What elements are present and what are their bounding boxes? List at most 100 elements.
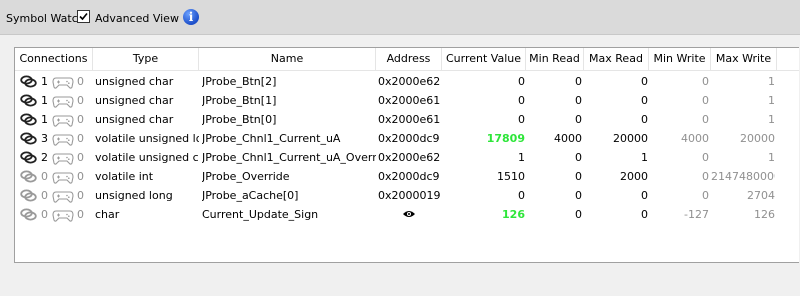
connections-cell: 10: [15, 72, 95, 91]
address-cell: 0x20000198: [378, 189, 440, 202]
current-cell: 0: [518, 189, 525, 202]
panel-title: Symbol Watch: [6, 12, 85, 25]
address-cell: 0x2000e620: [378, 75, 440, 88]
name-cell: JProbe_Chnl1_Current_uA: [202, 132, 341, 145]
address-cell: 0x2000dc94: [378, 170, 440, 183]
type-cell: unsigned long: [95, 189, 173, 202]
gamepad-icon: [52, 209, 74, 228]
connections-cell: 00: [15, 186, 95, 205]
name-cell: JProbe_Btn[2]: [202, 75, 277, 88]
max-write-cell: 20000: [740, 132, 775, 145]
max-read-cell: 20000: [613, 132, 648, 145]
max-write-cell: 1: [768, 151, 775, 164]
table-header: Connections Type Name Address Current Va…: [15, 48, 799, 71]
table-row[interactable]: 0 0 unsigned long JProbe_aCache[0] 0x2000019…: [15, 186, 799, 205]
link-icon: [20, 208, 37, 227]
address-cell: 0x2000dc98: [378, 132, 440, 145]
table-row[interactable]: 1 0 unsigned char JProbe_Btn[2] 0x2000e62 0 0 0…: [15, 72, 799, 91]
connections-cell: 10: [15, 110, 95, 129]
gamepad-count: 0: [77, 113, 84, 126]
max-read-cell: 2000: [620, 170, 648, 183]
gamepad-count: 0: [77, 189, 84, 202]
max-read-cell: 0: [641, 189, 648, 202]
current-cell: 1510: [497, 170, 525, 183]
max-read-cell: 0: [641, 75, 648, 88]
type-cell: unsigned char: [95, 113, 174, 126]
max-write-cell: 126: [754, 208, 775, 221]
type-cell: char: [95, 208, 120, 221]
min-read-cell: 4000: [554, 132, 582, 145]
max-write-cell: 1: [768, 94, 775, 107]
table-row[interactable]: 30volatile unsigned longJProbe_Chnl1_Cur…: [15, 129, 799, 148]
column-header-connections[interactable]: Connections: [15, 48, 93, 70]
current-cell: 0: [518, 94, 525, 107]
current-cell: 1: [518, 151, 525, 164]
checkmark-icon: [79, 12, 88, 21]
connections-cell: 00: [15, 167, 95, 186]
address-cell: 0x2000e625: [378, 151, 440, 164]
connections-cell: 10: [15, 91, 95, 110]
name-cell: JProbe_Btn[1]: [202, 94, 277, 107]
connections-cell: 30: [15, 129, 95, 148]
type-cell: volatile unsigned char: [95, 151, 199, 164]
min-read-cell: 0: [575, 75, 582, 88]
advanced-view-label[interactable]: Advanced View: [95, 12, 179, 25]
type-cell: volatile unsigned long: [95, 132, 199, 145]
table-row[interactable]: 0 0 volatile int JProbe_Override 0x2000dc94 1…: [15, 167, 799, 186]
connection-count: 1: [41, 113, 48, 126]
column-header-min-read[interactable]: Min Read: [526, 48, 584, 70]
connection-count: 0: [41, 208, 48, 221]
symbol-table: Connections Type Name Address Current Va…: [14, 47, 799, 263]
min-read-cell: 0: [575, 113, 582, 126]
address-cell: 0x2000e61e: [378, 113, 440, 126]
column-header-min-write[interactable]: Min Write: [649, 48, 711, 70]
eye-icon[interactable]: [402, 206, 416, 225]
column-header-address[interactable]: Address: [376, 48, 442, 70]
min-write-cell: 0: [702, 170, 709, 183]
connection-count: 1: [41, 75, 48, 88]
max-read-cell: 0: [641, 113, 648, 126]
connection-count: 0: [41, 189, 48, 202]
table-row[interactable]: 0 0 char Current_Update_Sign 126 0 0 -127 126: [15, 205, 799, 224]
connections-cell: 00: [15, 205, 95, 224]
column-header-type[interactable]: Type: [93, 48, 199, 70]
min-read-cell: 0: [575, 189, 582, 202]
min-write-cell: 0: [702, 94, 709, 107]
name-cell: JProbe_Btn[0]: [202, 113, 277, 126]
max-read-cell: 0: [641, 94, 648, 107]
connection-count: 3: [41, 132, 48, 145]
current-cell: 17809: [486, 132, 525, 145]
name-cell: JProbe_Chnl1_Current_uA_Override: [202, 151, 376, 164]
column-header-current-value[interactable]: Current Value: [442, 48, 526, 70]
name-cell: JProbe_aCache[0]: [202, 189, 299, 202]
advanced-view-checkbox[interactable]: [77, 10, 90, 23]
gamepad-count: 0: [77, 170, 84, 183]
max-write-cell: 1: [768, 113, 775, 126]
toolbar: Symbol Watch Advanced View i: [0, 0, 800, 35]
max-write-cell: 1: [768, 75, 775, 88]
address-cell: 0x2000e61f: [378, 94, 440, 107]
column-header-max-write[interactable]: Max Write: [711, 48, 777, 70]
table-row[interactable]: 1 0 unsigned char JProbe_Btn[1] 0x2000e61f 0 0…: [15, 91, 799, 110]
max-write-cell: 2704: [747, 189, 775, 202]
column-header-max-read[interactable]: Max Read: [584, 48, 649, 70]
min-write-cell: 4000: [681, 132, 709, 145]
column-header-name[interactable]: Name: [199, 48, 376, 70]
gamepad-count: 0: [77, 75, 84, 88]
max-read-cell: 1: [641, 151, 648, 164]
max-write-cell: 2147480000: [711, 170, 775, 183]
table-row[interactable]: 10unsigned charJProbe_Btn[0]0x2000e61e00…: [15, 110, 799, 129]
connection-count: 0: [41, 170, 48, 183]
current-cell: 126: [502, 208, 525, 221]
type-cell: unsigned char: [95, 94, 174, 107]
current-cell: 0: [518, 75, 525, 88]
gamepad-count: 0: [77, 94, 84, 107]
min-write-cell: -127: [684, 208, 709, 221]
address-cell: [378, 205, 440, 224]
min-write-cell: 0: [702, 113, 709, 126]
gamepad-count: 0: [77, 132, 84, 145]
table-row[interactable]: 20volatile unsigned charJProbe_Chnl1_Cur…: [15, 148, 799, 167]
max-read-cell: 0: [641, 208, 648, 221]
type-cell: unsigned char: [95, 75, 174, 88]
info-icon[interactable]: i: [183, 9, 199, 25]
